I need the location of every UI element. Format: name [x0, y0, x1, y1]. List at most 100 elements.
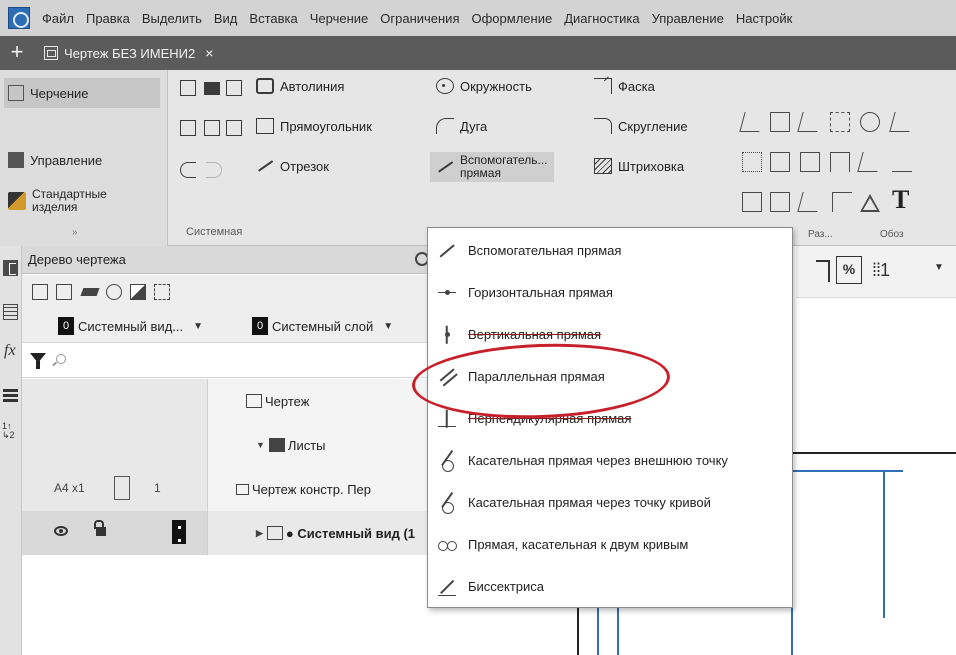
view-node-icon[interactable] [56, 284, 72, 300]
ordinate-dimension-icon[interactable] [770, 152, 790, 172]
fillet-button[interactable]: Скругление [594, 118, 688, 134]
numbering-icon[interactable]: 1↑ ↳2 [2, 422, 17, 440]
slope-dimension-icon[interactable] [797, 192, 823, 212]
segment-button[interactable]: Отрезок [256, 158, 329, 174]
menu-settings[interactable]: Настройк [730, 11, 798, 26]
line-dimension-icon[interactable] [770, 192, 790, 212]
section-management[interactable]: Управление [8, 152, 102, 168]
kompas-logo-icon[interactable] [8, 7, 30, 29]
view-select[interactable]: 0 Системный вид... ▼ [58, 314, 203, 338]
tree-row-sheets[interactable]: ▼ Листы [22, 423, 437, 467]
arc-dimension-icon[interactable] [830, 152, 850, 172]
filter-icon[interactable] [30, 353, 46, 369]
circle-button[interactable]: Окружность [436, 78, 532, 94]
menu-item-tangent-external-point[interactable]: Касательная прямая через внешнюю точку [428, 442, 792, 479]
menu-item-parallel-line[interactable]: Параллельная прямая [428, 358, 792, 395]
menu-item-perpendicular-line[interactable]: Перпендикулярная прямая [428, 400, 792, 437]
layers-list-icon[interactable] [3, 388, 18, 402]
hatch-button[interactable]: Штриховка [594, 158, 684, 174]
menu-item-auxiliary-line[interactable]: Вспомогательная прямая [428, 232, 792, 269]
tree-node: ▼ Листы [208, 423, 437, 467]
menu-item-label: Параллельная прямая [468, 369, 605, 384]
chevron-down-icon[interactable]: ▼ [934, 262, 944, 273]
open-folder-icon[interactable] [204, 82, 220, 95]
section-standard-parts[interactable]: Стандартные изделия [8, 188, 107, 214]
expand-arrow-icon[interactable]: ▶ [256, 528, 263, 539]
redo-icon[interactable] [206, 162, 222, 178]
corner-dimension-icon[interactable] [832, 192, 852, 212]
tree-row-sheet[interactable]: A4 x1 1 Чертеж констр. Пер [22, 467, 437, 511]
layer-select[interactable]: 0 Системный слой ▼ [252, 314, 393, 338]
menu-item-tangent-curve-point[interactable]: Касательная прямая через точку кривой [428, 484, 792, 521]
print-icon[interactable] [180, 120, 196, 136]
layer-icon[interactable] [80, 288, 100, 296]
menu-file[interactable]: Файл [36, 11, 80, 26]
chain-dimension-icon[interactable] [742, 152, 762, 172]
grid-step-control[interactable]: ⁞⁞1 [872, 260, 890, 281]
linear-dimension-icon[interactable] [739, 112, 765, 132]
angular-dimension-icon[interactable] [797, 112, 823, 132]
tree-panel-icon[interactable] [3, 260, 18, 276]
tree-row-drawing[interactable]: Чертеж [22, 379, 437, 423]
chamfer-button[interactable]: Фаска [594, 78, 655, 94]
tree-search-input[interactable] [74, 350, 414, 372]
menu-item-vertical-line[interactable]: Вертикальная прямая [428, 316, 792, 353]
auto-dimension-icon[interactable] [830, 112, 850, 132]
ortho-mode-icon[interactable] [816, 260, 830, 282]
radial-dimension-icon[interactable] [857, 152, 883, 172]
tab-drawing-unnamed2[interactable]: Чертеж БЕЗ ИМЕНИ2 × [36, 39, 221, 67]
view-color-icon[interactable] [172, 520, 186, 544]
expand-arrow-icon[interactable]: ▼ [256, 440, 265, 450]
image-icon[interactable] [130, 284, 146, 300]
menu-diagnostics[interactable]: Диагностика [558, 11, 645, 26]
menu-select[interactable]: Выделить [136, 11, 208, 26]
menu-management[interactable]: Управление [646, 11, 730, 26]
menu-drawing[interactable]: Черчение [304, 11, 375, 26]
menu-item-bisector[interactable]: Биссектриса [428, 568, 792, 605]
properties-panel-icon[interactable] [3, 304, 18, 320]
baseline-dimension-icon[interactable] [770, 112, 790, 132]
undo-icon[interactable] [180, 162, 196, 178]
eye-icon[interactable] [54, 526, 68, 536]
new-tab-button[interactable]: + [6, 41, 28, 64]
section-drawing[interactable]: Черчение [4, 78, 160, 108]
auxiliary-line-icon [436, 240, 458, 262]
tree-row-props: A4 x1 1 [22, 467, 208, 511]
leader-icon[interactable] [889, 112, 915, 132]
preview-icon[interactable] [204, 120, 220, 136]
save-icon[interactable] [226, 80, 242, 96]
snap-toggle-icon[interactable]: % [836, 256, 862, 284]
menu-item-tangent-two-curves[interactable]: Прямая, касательная к двум кривым [428, 526, 792, 563]
text-tool-icon[interactable]: T [892, 187, 912, 213]
menu-constraints[interactable]: Ограничения [374, 11, 465, 26]
text-underline-icon[interactable] [892, 152, 912, 172]
objects-icon[interactable] [106, 284, 122, 300]
auxiliary-line-button[interactable]: Вспомогатель... прямая [430, 152, 554, 182]
menu-design[interactable]: Оформление [466, 11, 559, 26]
new-document-icon[interactable] [180, 80, 196, 96]
autoline-button[interactable]: Автолиния [256, 78, 344, 94]
fragment-icon[interactable] [154, 284, 170, 300]
collapse-tree-icon[interactable] [32, 284, 48, 300]
ribbon-section-list: Черчение Управление Стандартные изделия … [0, 70, 168, 246]
tree-row-system-view[interactable]: ▶ ● Системный вид (1 [22, 511, 437, 555]
layer-number-badge: 0 [252, 317, 268, 335]
height-dimension-icon[interactable] [742, 192, 762, 212]
collapse-chevron-icon[interactable]: » [72, 227, 78, 238]
diameter-dimension-icon[interactable] [860, 112, 880, 132]
close-tab-icon[interactable]: × [205, 45, 213, 61]
view-node-icon [266, 526, 283, 540]
variables-fx-icon[interactable]: fx [4, 342, 19, 359]
arc-icon [436, 118, 454, 134]
break-dimension-icon[interactable] [800, 152, 820, 172]
save-as-icon[interactable] [226, 120, 242, 136]
lock-icon[interactable] [94, 520, 106, 536]
roughness-icon[interactable] [860, 194, 880, 212]
menu-item-horizontal-line[interactable]: Горизонтальная прямая [428, 274, 792, 311]
menu-view[interactable]: Вид [208, 11, 244, 26]
arc-button[interactable]: Дуга [436, 118, 487, 134]
parallel-line-icon [436, 366, 458, 388]
rectangle-button[interactable]: Прямоугольник [256, 118, 372, 134]
menu-edit[interactable]: Правка [80, 11, 136, 26]
menu-insert[interactable]: Вставка [243, 11, 303, 26]
